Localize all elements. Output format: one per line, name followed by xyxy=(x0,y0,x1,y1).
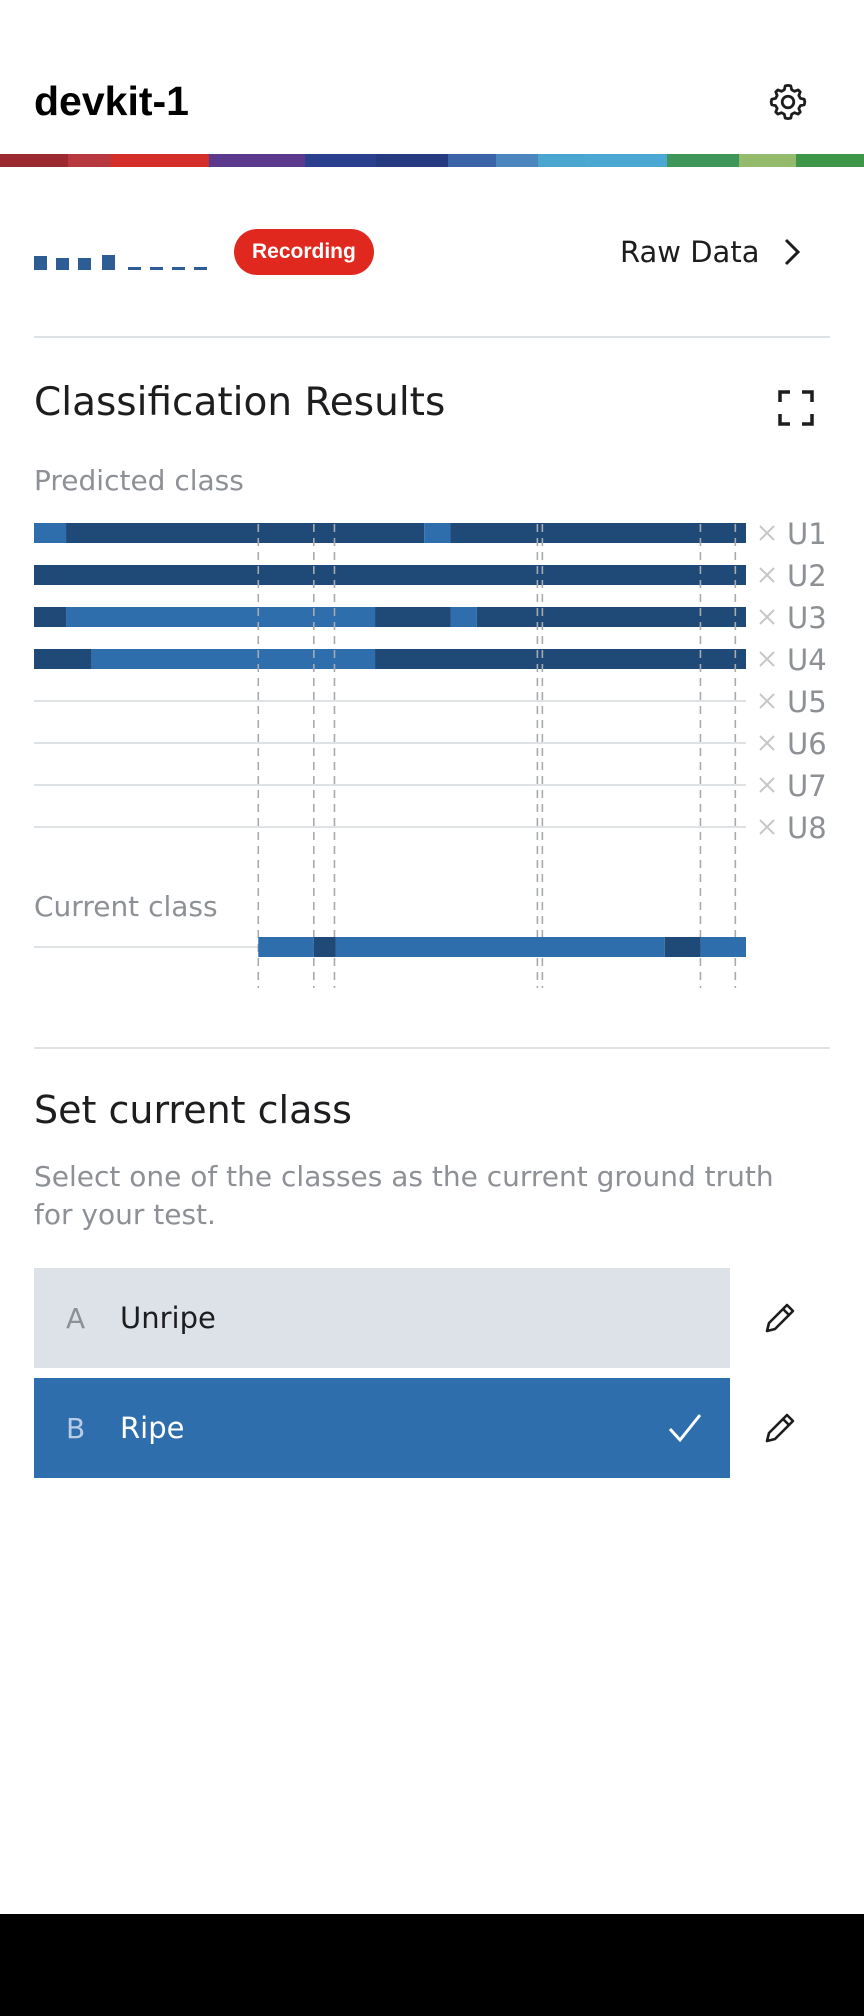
stripe-segment xyxy=(537,154,586,167)
prediction-bar-segment xyxy=(34,607,67,627)
divider xyxy=(34,336,830,338)
current-class-bar-segment xyxy=(313,937,336,957)
prediction-bar-segment xyxy=(34,565,746,585)
row-close-icon xyxy=(759,735,775,751)
prediction-bar-segment xyxy=(34,523,67,543)
class-letter: B xyxy=(66,1411,86,1445)
close-icon xyxy=(759,735,775,751)
stripe-segment xyxy=(495,154,538,167)
expand-icon xyxy=(778,390,814,426)
checkmark-icon xyxy=(640,1412,730,1444)
row-label: U2 xyxy=(787,559,827,593)
class-letter: A xyxy=(66,1301,86,1335)
class-option-ripe[interactable]: B Ripe xyxy=(34,1378,730,1478)
row-label: U4 xyxy=(787,643,827,677)
prediction-bar-segment xyxy=(450,523,746,543)
row-label: U7 xyxy=(787,769,827,803)
classification-title: Classification Results xyxy=(34,380,446,425)
close-icon xyxy=(759,819,775,835)
row-close-icon xyxy=(759,819,775,835)
current-class-bar-segment xyxy=(664,937,701,957)
class-name: Ripe xyxy=(120,1411,185,1445)
stripe-segment xyxy=(304,154,377,167)
divider xyxy=(34,1047,830,1049)
prediction-bar-segment xyxy=(91,649,376,669)
class-option-unripe[interactable]: A Unripe xyxy=(34,1268,730,1368)
row-label: U3 xyxy=(787,601,827,635)
system-navigation-bar xyxy=(0,1914,864,2016)
class-name: Unripe xyxy=(120,1301,216,1335)
row-close-icon xyxy=(759,525,775,541)
row-close-icon xyxy=(759,567,775,583)
brand-color-stripe xyxy=(0,154,864,167)
close-icon xyxy=(759,609,775,625)
predicted-class-label: Predicted class xyxy=(34,464,244,497)
stripe-segment xyxy=(585,154,667,167)
stripe-segment xyxy=(67,154,112,167)
row-close-icon xyxy=(759,651,775,667)
close-icon xyxy=(759,693,775,709)
close-icon xyxy=(759,525,775,541)
row-close-icon xyxy=(759,693,775,709)
row-label: U8 xyxy=(787,811,827,845)
app-title: devkit-1 xyxy=(34,78,189,124)
prediction-bar-segment xyxy=(66,523,425,543)
prediction-bar-segment xyxy=(66,607,376,627)
stripe-segment xyxy=(111,154,210,167)
stripe-segment xyxy=(447,154,496,167)
stripe-segment xyxy=(666,154,739,167)
stripe-segment xyxy=(738,154,797,167)
classification-timeline-chart: Predicted class Current class U1 U2 U3 U4 U5… xyxy=(34,464,827,988)
row-close-icon xyxy=(759,609,775,625)
row-close-icon xyxy=(759,777,775,793)
current-class-bar-segment xyxy=(258,937,314,957)
edit-class-b-button[interactable] xyxy=(758,1406,802,1450)
stripe-segment xyxy=(0,154,68,167)
row-label: U1 xyxy=(787,517,827,551)
set-class-description: Select one of the classes as the current… xyxy=(34,1160,774,1231)
raw-data-link[interactable]: Raw Data xyxy=(620,232,801,272)
prediction-bar-segment xyxy=(34,649,92,669)
prediction-bar-segment xyxy=(375,607,451,627)
raw-data-label: Raw Data xyxy=(620,235,760,269)
stripe-segment xyxy=(796,154,864,167)
signal-strength-icon xyxy=(34,255,207,270)
pencil-icon xyxy=(765,1413,795,1443)
close-icon xyxy=(759,777,775,793)
settings-button[interactable] xyxy=(764,78,812,126)
gear-icon xyxy=(769,83,807,121)
prediction-bar-segment xyxy=(375,649,746,669)
stripe-segment xyxy=(209,154,305,167)
prediction-bar-segment xyxy=(476,607,746,627)
recording-badge: Recording xyxy=(234,229,374,275)
expand-button[interactable] xyxy=(776,388,816,428)
stripe-segment xyxy=(376,154,448,167)
row-label: U6 xyxy=(787,727,827,761)
prediction-bar-segment xyxy=(424,523,451,543)
pencil-icon xyxy=(765,1303,795,1333)
current-class-bar-segment xyxy=(335,937,665,957)
row-label: U5 xyxy=(787,685,827,719)
edit-class-a-button[interactable] xyxy=(758,1296,802,1340)
close-icon xyxy=(759,651,775,667)
current-class-label: Current class xyxy=(34,890,218,923)
app-header: devkit-1 xyxy=(0,0,864,156)
chevron-right-icon xyxy=(783,238,801,266)
current-class-bar-segment xyxy=(700,937,746,957)
prediction-bar-segment xyxy=(450,607,477,627)
set-class-title: Set current class xyxy=(34,1088,352,1132)
close-icon xyxy=(759,567,775,583)
